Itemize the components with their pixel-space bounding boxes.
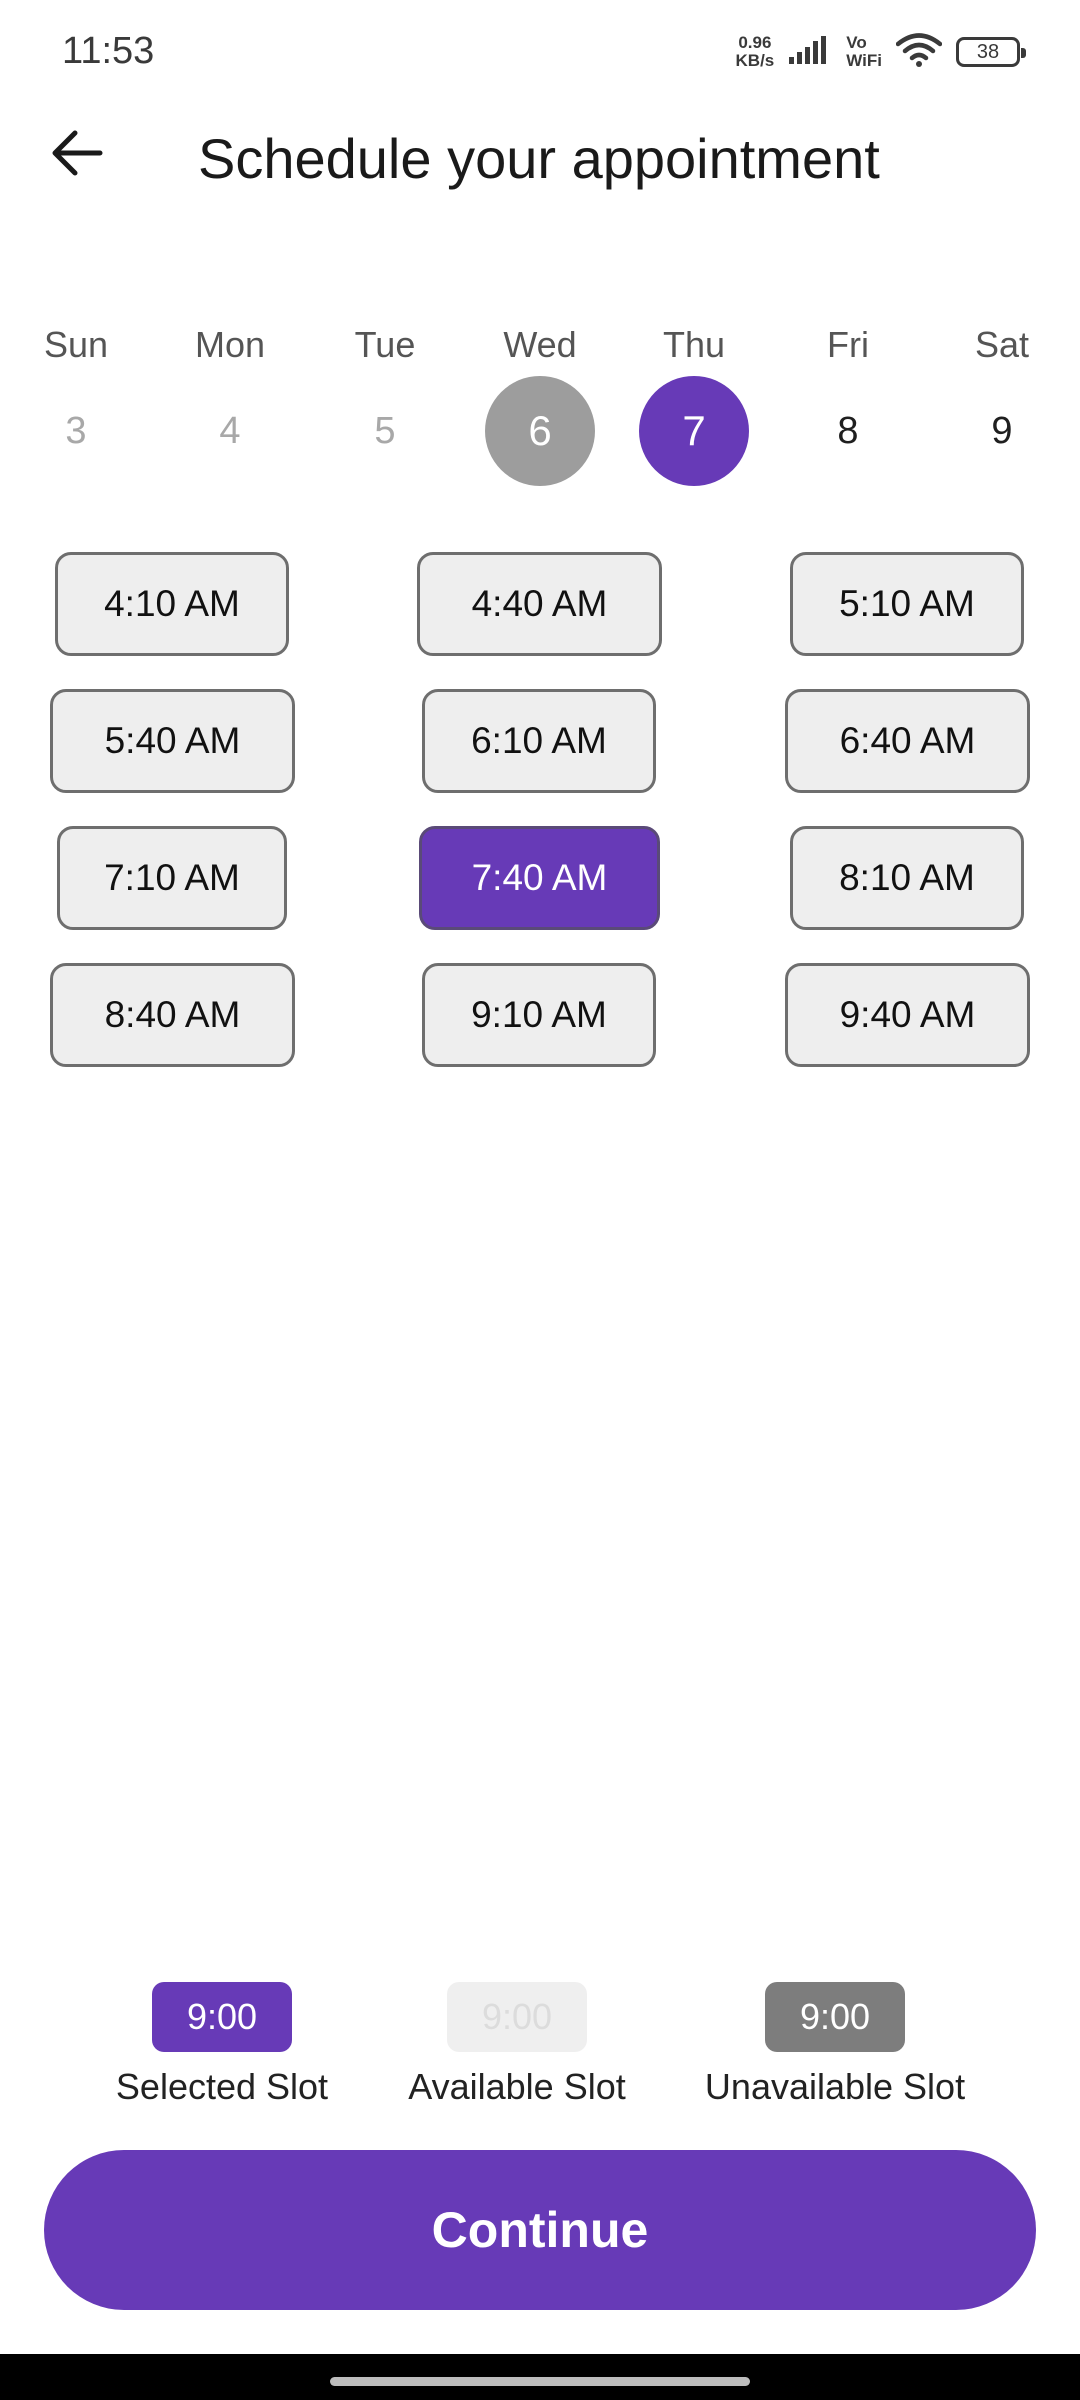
home-indicator[interactable] [330,2377,750,2386]
time-slot[interactable]: 7:10 AM [57,826,287,930]
day-number[interactable]: 9 [947,376,1057,486]
legend-selected: 9:00 Selected Slot [102,1982,342,2108]
day-number-selected[interactable]: 7 [639,376,749,486]
day-name: Thu [662,324,726,365]
battery-icon: 38 [956,37,1026,67]
time-slot[interactable]: 5:10 AM [790,552,1024,656]
time-slot[interactable]: 8:40 AM [50,963,295,1067]
day-number-unavailable[interactable]: 6 [485,376,595,486]
day-name: Sun [43,324,109,365]
wifi-icon [895,32,943,72]
time-slot[interactable]: 9:40 AM [785,963,1030,1067]
legend-label: Selected Slot [115,2066,329,2107]
time-slot[interactable]: 6:40 AM [785,689,1030,793]
day-name: Wed [503,324,577,365]
vowifi-indicator: Vo WiFi [846,33,882,70]
legend-label: Unavailable Slot [704,2066,966,2107]
page-title: Schedule your appointment [198,127,880,190]
day-thu: Thu 7 [624,318,764,498]
day-number[interactable]: 5 [330,376,440,486]
legend-chip-selected: 9:00 [152,1982,292,2052]
day-number[interactable]: 3 [21,376,131,486]
day-number[interactable]: 4 [175,376,285,486]
legend-chip-unavailable: 9:00 [765,1982,905,2052]
time-slot[interactable]: 4:10 AM [55,552,289,656]
day-number[interactable]: 8 [793,376,903,486]
time-slot[interactable]: 8:10 AM [790,826,1024,930]
day-mon: Mon 4 [160,318,300,498]
day-fri: Fri 8 [778,318,918,498]
time-slot[interactable]: 4:40 AM [417,552,662,656]
network-speed: 0.96 KB/s [735,33,775,70]
day-name: Fri [827,324,869,365]
day-sun: Sun 3 [6,318,146,498]
legend-chip-available: 9:00 [447,1982,587,2052]
status-time: 11:53 [62,30,155,72]
continue-button[interactable]: Continue [44,2150,1036,2310]
week-strip: Sun 3 Mon 4 Tue 5 Wed 6 Thu 7 Fri 8 Sat … [0,318,1080,498]
legend-label: Available Slot [408,2066,626,2107]
day-name: Mon [194,324,266,365]
time-slot-selected[interactable]: 7:40 AM [419,826,660,930]
time-slot[interactable]: 9:10 AM [422,963,656,1067]
battery-level: 38 [976,40,1000,63]
signal-icon [788,35,832,70]
day-tue: Tue 5 [315,318,455,498]
day-name: Tue [354,324,416,365]
time-slot[interactable]: 5:40 AM [50,689,295,793]
legend-available: 9:00 Available Slot [392,1982,642,2108]
system-nav-bar [0,2354,1080,2400]
arrow-left-icon [51,130,103,181]
status-bar: 11:53 0.96 KB/s Vo WiFi 38 [0,0,1080,100]
legend-unavailable: 9:00 Unavailable Slot [690,1982,980,2108]
day-wed: Wed 6 [470,318,610,498]
status-icons: 0.96 KB/s Vo WiFi 38 [735,30,1026,74]
time-slot[interactable]: 6:10 AM [422,689,656,793]
day-name: Sat [974,324,1030,365]
back-button[interactable] [40,118,114,192]
day-sat: Sat 9 [932,318,1072,498]
